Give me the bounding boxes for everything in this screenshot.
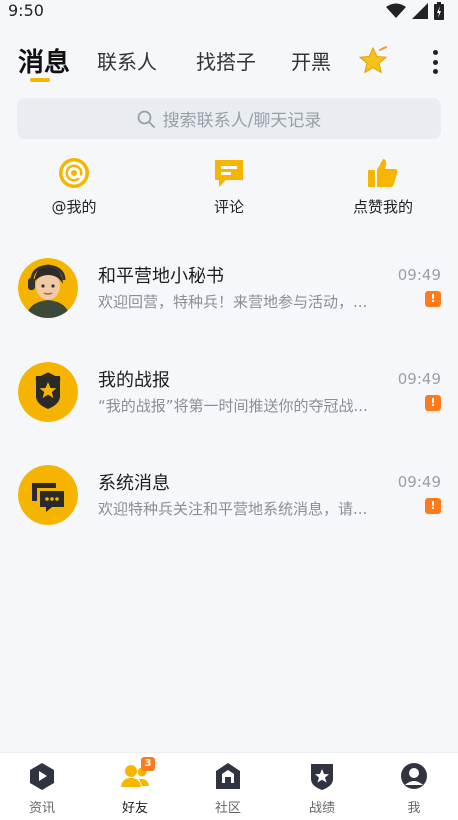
status-icons [386,2,444,20]
search-icon [137,110,155,128]
chat-time: 09:49 [397,370,441,388]
status-time: 9:50 [8,1,44,20]
nav-item-community[interactable]: 社区 [188,761,268,816]
friends-badge: 3 [141,757,155,771]
signal-icon [412,3,428,19]
battle-report-icon [18,362,78,422]
more-dot-icon [432,69,438,74]
profile-icon [401,763,427,789]
comment-icon [215,160,243,187]
nav-label: 好友 [121,801,148,816]
chat-name: 我的战报 [98,370,170,391]
chat-time: 09:49 [397,473,441,491]
star-button[interactable] [358,46,388,76]
tab-find-partner[interactable]: 找搭子 [196,46,256,75]
system-message-icon [18,465,78,525]
nav-label: 资讯 [28,801,55,816]
quick-action-label: @我的 [51,198,97,216]
more-dot-icon [432,50,438,55]
nav-item-me[interactable]: 我 [374,761,454,816]
chat-preview: 欢迎回营，特种兵！来营地参与活动，... [98,293,368,311]
thumbs-up-icon [368,159,398,187]
search-input[interactable]: 搜索联系人/聊天记录 [17,98,441,139]
tab-contacts[interactable]: 联系人 [97,46,157,75]
bottom-navigation: 资讯 3 好友 社区 战绩 我 [0,752,458,820]
nav-item-friends[interactable]: 3 好友 [95,757,175,816]
more-options-button[interactable] [424,48,446,76]
at-icon [59,158,89,188]
quick-action-label: 点赞我的 [352,198,413,216]
unread-badge: ! [425,498,441,514]
quick-action-mentions[interactable]: @我的 [24,156,124,217]
chat-preview: “我的战报”将第一时间推送你的夺冠战... [98,397,368,415]
nav-item-news[interactable]: 资讯 [2,761,82,816]
quick-action-comments[interactable]: 评论 [179,156,279,217]
nav-label: 社区 [214,801,241,816]
chat-item-system[interactable]: 系统消息 欢迎特种兵关注和平营地系统消息，请... 09:49 ! [0,465,458,545]
chat-name: 系统消息 [98,473,170,494]
avatar [18,362,78,422]
unread-badge: ! [425,291,441,307]
star-icon [358,46,388,74]
tab-team-up[interactable]: 开黑 [291,46,331,75]
records-icon [311,764,333,790]
assistant-avatar-icon [18,258,78,318]
chat-name: 和平营地小秘书 [98,266,224,287]
nav-label: 我 [407,801,421,816]
avatar [18,465,78,525]
more-dot-icon [432,59,438,65]
search-placeholder: 搜索联系人/聊天记录 [162,111,322,131]
tab-messages[interactable]: 消息 [18,42,70,79]
top-tabs: 消息 联系人 找搭子 开黑 [0,40,458,86]
nav-item-records[interactable]: 战绩 [282,761,362,816]
unread-badge: ! [425,395,441,411]
avatar [18,258,78,318]
chat-time: 09:49 [397,266,441,284]
battery-icon [434,2,444,20]
nav-label: 战绩 [308,801,335,816]
chat-item-battle-report[interactable]: 我的战报 “我的战报”将第一时间推送你的夺冠战... 09:49 ! [0,362,458,442]
quick-action-label: 评论 [213,198,244,216]
status-bar: 9:50 [0,0,458,24]
chat-preview: 欢迎特种兵关注和平营地系统消息，请... [98,500,368,518]
community-icon [216,763,240,789]
news-icon [30,763,54,790]
active-tab-indicator [30,78,50,82]
wifi-icon [386,3,406,18]
quick-action-likes[interactable]: 点赞我的 [333,156,433,217]
chat-item-assistant[interactable]: 和平营地小秘书 欢迎回营，特种兵！来营地参与活动，... 09:49 ! [0,258,458,338]
